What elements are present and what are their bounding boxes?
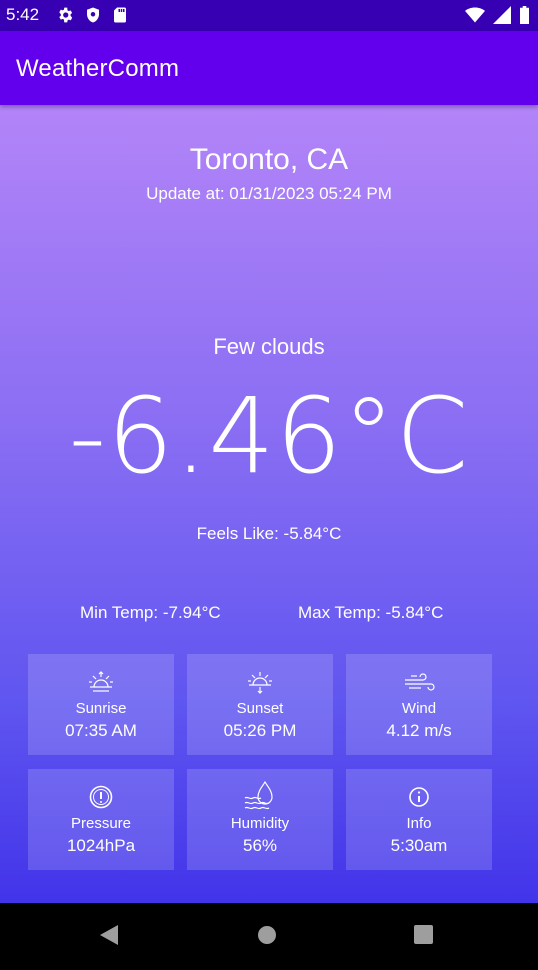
sunset-label: Sunset [236,700,284,717]
max-temp: Max Temp: -5.84°C [298,603,444,622]
humidity-label: Humidity [230,815,290,832]
humidity-icon [243,780,277,811]
recents-icon[interactable] [414,925,433,949]
status-bar: 5:42 [0,0,538,31]
pressure-card: Pressure 1024hPa [28,769,174,870]
min-temp: Min Temp: -7.94°C [80,603,221,622]
sunrise-value: 07:35 AM [65,721,137,740]
wind-icon [403,668,435,696]
pressure-value: 1024hPa [66,836,136,855]
sunset-card: Sunset 05:26 PM [187,654,333,755]
city-name: Toronto, CA [189,143,349,176]
gear-icon [56,6,74,29]
details-grid: Sunrise 07:35 AM Sunset 05:26 PM Wind 4.… [28,654,492,870]
sunrise-icon [88,668,114,696]
info-card: Info 5:30am [346,769,492,870]
app-bar: WeatherComm [0,31,538,105]
pressure-icon [88,783,114,811]
shield-icon [84,6,102,29]
weather-description: Few clouds [213,334,325,359]
home-icon[interactable] [257,925,277,950]
wind-label: Wind [401,700,437,717]
signal-icon [493,6,511,29]
humidity-card: Humidity 56% [187,769,333,870]
app-title: WeatherComm [16,55,180,82]
info-label: Info [406,815,432,832]
navigation-bar [0,903,538,970]
sunset-icon [247,668,273,696]
sunrise-label: Sunrise [75,700,127,717]
status-time: 5:42 [6,5,40,24]
wind-value: 4.12 m/s [386,721,452,740]
sd-card-icon [112,6,128,29]
info-value: 5:30am [390,836,448,855]
temperature: -6.46°C [68,375,470,497]
humidity-value: 56% [242,836,278,855]
weather-content: Toronto, CA Update at: 01/31/2023 05:24 … [0,105,538,903]
info-icon [408,783,430,811]
wind-card: Wind 4.12 m/s [346,654,492,755]
battery-icon [519,6,530,29]
back-icon[interactable] [98,923,120,952]
updated-time: Update at: 01/31/2023 05:24 PM [146,184,392,203]
sunrise-card: Sunrise 07:35 AM [28,654,174,755]
feels-like: Feels Like: -5.84°C [196,524,342,543]
wifi-icon [465,6,485,29]
pressure-label: Pressure [70,815,132,832]
sunset-value: 05:26 PM [223,721,297,740]
